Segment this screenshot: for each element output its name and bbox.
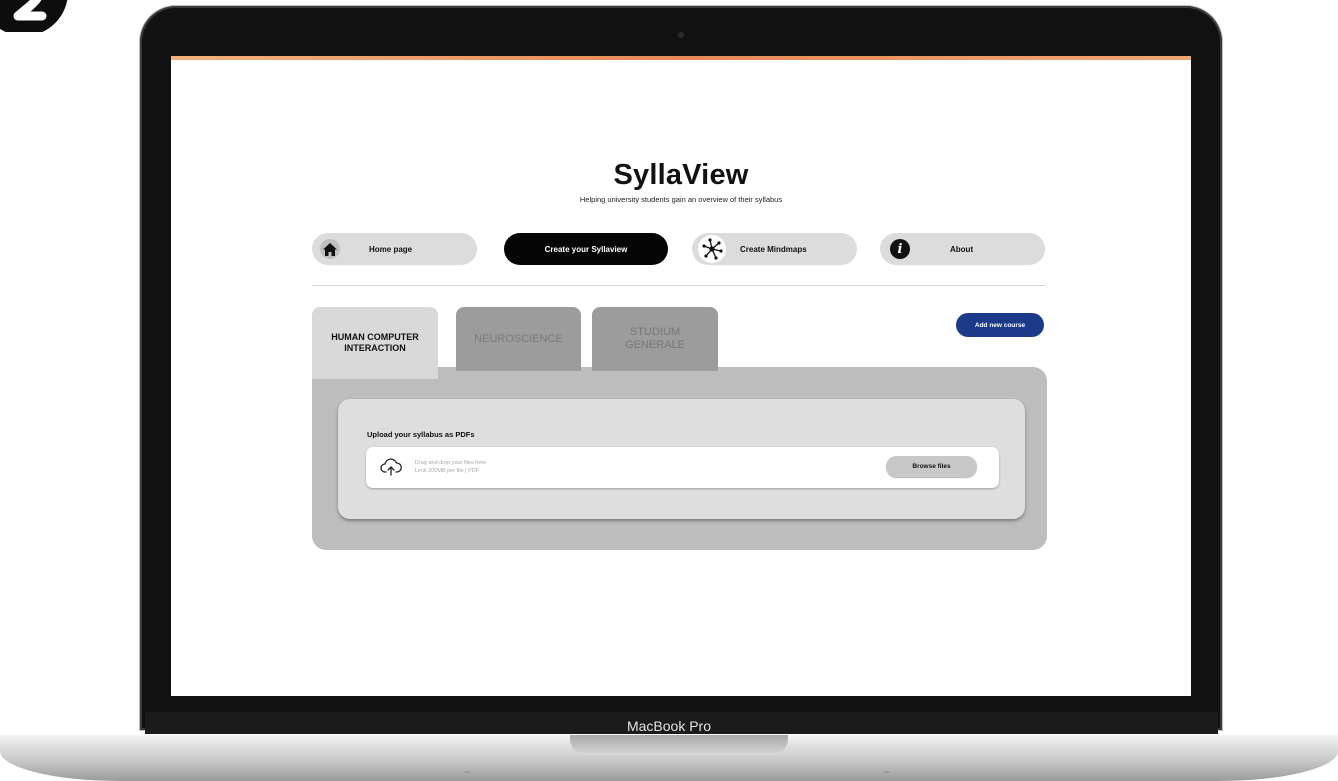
info-icon: i — [890, 239, 910, 259]
create-syllaview-button[interactable]: Create your Syllaview — [504, 233, 668, 265]
top-accent-bar — [171, 56, 1191, 60]
home-page-label: Home page — [369, 244, 413, 254]
tab-human-computer-interaction[interactable]: HUMAN COMPUTER INTERACTION — [312, 307, 438, 379]
tab-studium-label: STUDIUM GENERALE — [625, 326, 685, 351]
webcam-icon — [678, 32, 684, 38]
create-mindmaps-button[interactable]: Create Mindmaps — [692, 233, 857, 265]
file-limit-text: Limit 200MB per file | PDF — [415, 468, 480, 474]
about-button[interactable]: i About — [880, 233, 1045, 265]
laptop-foot — [464, 771, 470, 773]
home-icon — [320, 239, 340, 259]
file-dropzone[interactable]: Drag and drop your files here Limit 200M… — [366, 447, 999, 488]
about-label: About — [950, 244, 974, 254]
add-new-course-button[interactable]: Add new course — [956, 313, 1044, 337]
upload-card: Upload your syllabus as PDFs Drag and dr… — [338, 399, 1025, 519]
tab-studium-generale[interactable]: STUDIUM GENERALE — [592, 307, 718, 371]
drop-instructions: Drag and drop your files here Limit 200M… — [415, 459, 486, 475]
browse-files-button[interactable]: Browse files — [886, 456, 977, 477]
create-mindmaps-label: Create Mindmaps — [740, 244, 807, 254]
step-number-badge-icon — [0, 0, 68, 32]
app-screen: SyllaView Helping university students ga… — [171, 56, 1191, 696]
app-subtitle: Helping university students gain an over… — [579, 195, 783, 204]
tab-hci-label: HUMAN COMPUTER INTERACTION — [331, 332, 419, 353]
laptop-opening-notch — [570, 735, 788, 755]
app-title: SyllaView — [613, 159, 749, 191]
create-syllaview-label: Create your Syllaview — [544, 244, 628, 254]
drop-text: Drag and drop your files here — [415, 460, 487, 466]
nav-divider — [312, 285, 1045, 286]
tab-neuroscience-label: NEUROSCIENCE — [474, 333, 563, 345]
tab-neuroscience[interactable]: NEUROSCIENCE — [456, 307, 581, 371]
home-page-button[interactable]: Home page — [312, 233, 477, 265]
upload-heading: Upload your syllabus as PDFs — [367, 430, 475, 439]
laptop-model-label: MacBook Pro — [626, 718, 712, 734]
network-icon — [698, 235, 726, 263]
cloud-upload-icon — [380, 458, 402, 476]
laptop-foot — [884, 771, 890, 773]
